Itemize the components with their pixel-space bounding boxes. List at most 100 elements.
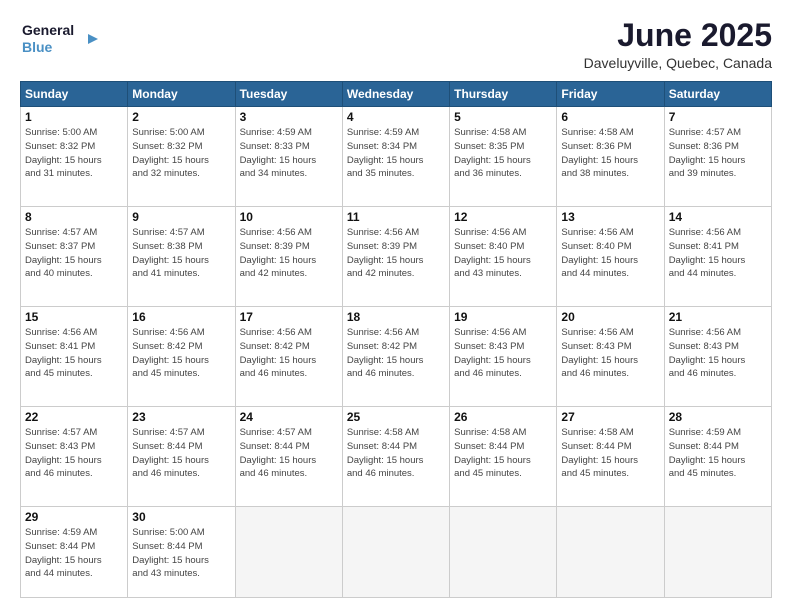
table-row: 11 Sunrise: 4:56 AM Sunset: 8:39 PM Dayli… xyxy=(342,207,449,307)
logo: General Blue xyxy=(20,18,100,60)
table-row xyxy=(342,507,449,598)
table-row: 23Sunrise: 4:57 AM Sunset: 8:44 PM Dayli… xyxy=(128,407,235,507)
table-row xyxy=(557,507,664,598)
day-info: Sunrise: 4:59 AM Sunset: 8:44 PM Dayligh… xyxy=(25,526,123,581)
day-info: Sunrise: 4:58 AM Sunset: 8:44 PM Dayligh… xyxy=(347,426,445,481)
day-info: Sunrise: 4:56 AM Sunset: 8:39 PM Dayligh… xyxy=(347,226,445,281)
day-number: 12 xyxy=(454,210,552,224)
day-number: 20 xyxy=(561,310,659,324)
day-info: Sunrise: 4:56 AM Sunset: 8:43 PM Dayligh… xyxy=(669,326,767,381)
day-number: 28 xyxy=(669,410,767,424)
day-number: 10 xyxy=(240,210,338,224)
day-number: 2 xyxy=(132,110,230,124)
title-block: June 2025 Daveluyville, Quebec, Canada xyxy=(584,18,772,71)
table-row: 4 Sunrise: 4:59 AM Sunset: 8:34 PM Daylig… xyxy=(342,107,449,207)
svg-text:General: General xyxy=(22,22,74,38)
col-sunday: Sunday xyxy=(21,82,128,107)
table-row: 8Sunrise: 4:57 AM Sunset: 8:37 PM Daylig… xyxy=(21,207,128,307)
day-info: Sunrise: 4:56 AM Sunset: 8:39 PM Dayligh… xyxy=(240,226,338,281)
day-number: 26 xyxy=(454,410,552,424)
day-info: Sunrise: 4:57 AM Sunset: 8:38 PM Dayligh… xyxy=(132,226,230,281)
col-saturday: Saturday xyxy=(664,82,771,107)
calendar-row: 22 Sunrise: 4:57 AM Sunset: 8:43 PM Dayli… xyxy=(21,407,772,507)
day-info: Sunrise: 5:00 AM Sunset: 8:32 PM Dayligh… xyxy=(25,126,123,181)
table-row: 28 Sunrise: 4:59 AM Sunset: 8:44 PM Dayli… xyxy=(664,407,771,507)
table-row: 20 Sunrise: 4:56 AM Sunset: 8:43 PM Dayli… xyxy=(557,307,664,407)
day-info: Sunrise: 4:58 AM Sunset: 8:35 PM Dayligh… xyxy=(454,126,552,181)
day-number: 21 xyxy=(669,310,767,324)
day-number: 17 xyxy=(240,310,338,324)
table-row: 26 Sunrise: 4:58 AM Sunset: 8:44 PM Dayli… xyxy=(450,407,557,507)
table-row: 5Sunrise: 4:58 AM Sunset: 8:35 PM Daylig… xyxy=(450,107,557,207)
table-row: 14Sunrise: 4:56 AM Sunset: 8:41 PM Dayli… xyxy=(664,207,771,307)
day-info: Sunrise: 4:58 AM Sunset: 8:36 PM Dayligh… xyxy=(561,126,659,181)
day-info: Sunrise: 4:56 AM Sunset: 8:42 PM Dayligh… xyxy=(240,326,338,381)
table-row: 2 Sunrise: 5:00 AM Sunset: 8:32 PM Daylig… xyxy=(128,107,235,207)
table-row: 18 Sunrise: 4:56 AM Sunset: 8:42 PM Dayli… xyxy=(342,307,449,407)
col-friday: Friday xyxy=(557,82,664,107)
calendar-row: 1 Sunrise: 5:00 AM Sunset: 8:32 PM Daylig… xyxy=(21,107,772,207)
logo-svg: General Blue xyxy=(20,18,100,60)
day-number: 29 xyxy=(25,510,123,524)
day-info: Sunrise: 4:56 AM Sunset: 8:40 PM Dayligh… xyxy=(561,226,659,281)
table-row: 7Sunrise: 4:57 AM Sunset: 8:36 PM Daylig… xyxy=(664,107,771,207)
day-number: 8 xyxy=(25,210,123,224)
day-info: Sunrise: 5:00 AM Sunset: 8:32 PM Dayligh… xyxy=(132,126,230,181)
calendar-header-row: Sunday Monday Tuesday Wednesday Thursday… xyxy=(21,82,772,107)
day-number: 4 xyxy=(347,110,445,124)
day-number: 22 xyxy=(25,410,123,424)
day-number: 3 xyxy=(240,110,338,124)
table-row: 30 Sunrise: 5:00 AM Sunset: 8:44 PM Dayli… xyxy=(128,507,235,598)
header: General Blue June 2025 Daveluyville, Que… xyxy=(20,18,772,71)
table-row: 27Sunrise: 4:58 AM Sunset: 8:44 PM Dayli… xyxy=(557,407,664,507)
col-wednesday: Wednesday xyxy=(342,82,449,107)
day-info: Sunrise: 4:56 AM Sunset: 8:42 PM Dayligh… xyxy=(347,326,445,381)
day-number: 30 xyxy=(132,510,230,524)
calendar-table: Sunday Monday Tuesday Wednesday Thursday… xyxy=(20,81,772,598)
calendar-row: 15Sunrise: 4:56 AM Sunset: 8:41 PM Dayli… xyxy=(21,307,772,407)
day-number: 16 xyxy=(132,310,230,324)
day-number: 9 xyxy=(132,210,230,224)
table-row: 16 Sunrise: 4:56 AM Sunset: 8:42 PM Dayli… xyxy=(128,307,235,407)
table-row xyxy=(450,507,557,598)
day-info: Sunrise: 4:56 AM Sunset: 8:40 PM Dayligh… xyxy=(454,226,552,281)
day-info: Sunrise: 4:59 AM Sunset: 8:34 PM Dayligh… xyxy=(347,126,445,181)
day-number: 7 xyxy=(669,110,767,124)
day-info: Sunrise: 4:56 AM Sunset: 8:42 PM Dayligh… xyxy=(132,326,230,381)
day-info: Sunrise: 4:57 AM Sunset: 8:44 PM Dayligh… xyxy=(240,426,338,481)
table-row: 9 Sunrise: 4:57 AM Sunset: 8:38 PM Daylig… xyxy=(128,207,235,307)
day-info: Sunrise: 4:59 AM Sunset: 8:33 PM Dayligh… xyxy=(240,126,338,181)
svg-text:Blue: Blue xyxy=(22,39,53,55)
table-row: 10 Sunrise: 4:56 AM Sunset: 8:39 PM Dayli… xyxy=(235,207,342,307)
table-row: 17 Sunrise: 4:56 AM Sunset: 8:42 PM Dayli… xyxy=(235,307,342,407)
day-number: 13 xyxy=(561,210,659,224)
day-info: Sunrise: 4:58 AM Sunset: 8:44 PM Dayligh… xyxy=(454,426,552,481)
col-thursday: Thursday xyxy=(450,82,557,107)
day-info: Sunrise: 4:59 AM Sunset: 8:44 PM Dayligh… xyxy=(669,426,767,481)
day-number: 1 xyxy=(25,110,123,124)
table-row: 24 Sunrise: 4:57 AM Sunset: 8:44 PM Dayli… xyxy=(235,407,342,507)
day-number: 27 xyxy=(561,410,659,424)
day-number: 15 xyxy=(25,310,123,324)
table-row: 12 Sunrise: 4:56 AM Sunset: 8:40 PM Dayli… xyxy=(450,207,557,307)
day-info: Sunrise: 4:57 AM Sunset: 8:44 PM Dayligh… xyxy=(132,426,230,481)
day-number: 24 xyxy=(240,410,338,424)
day-info: Sunrise: 5:00 AM Sunset: 8:44 PM Dayligh… xyxy=(132,526,230,581)
col-monday: Monday xyxy=(128,82,235,107)
table-row: 25 Sunrise: 4:58 AM Sunset: 8:44 PM Dayli… xyxy=(342,407,449,507)
table-row: 22 Sunrise: 4:57 AM Sunset: 8:43 PM Dayli… xyxy=(21,407,128,507)
day-number: 18 xyxy=(347,310,445,324)
subtitle: Daveluyville, Quebec, Canada xyxy=(584,55,772,71)
day-number: 14 xyxy=(669,210,767,224)
day-info: Sunrise: 4:57 AM Sunset: 8:43 PM Dayligh… xyxy=(25,426,123,481)
day-number: 11 xyxy=(347,210,445,224)
page: General Blue June 2025 Daveluyville, Que… xyxy=(0,0,792,612)
table-row: 6Sunrise: 4:58 AM Sunset: 8:36 PM Daylig… xyxy=(557,107,664,207)
table-row: 15Sunrise: 4:56 AM Sunset: 8:41 PM Dayli… xyxy=(21,307,128,407)
day-number: 19 xyxy=(454,310,552,324)
day-info: Sunrise: 4:56 AM Sunset: 8:43 PM Dayligh… xyxy=(561,326,659,381)
day-number: 25 xyxy=(347,410,445,424)
table-row: 3 Sunrise: 4:59 AM Sunset: 8:33 PM Daylig… xyxy=(235,107,342,207)
table-row xyxy=(235,507,342,598)
table-row: 13 Sunrise: 4:56 AM Sunset: 8:40 PM Dayli… xyxy=(557,207,664,307)
